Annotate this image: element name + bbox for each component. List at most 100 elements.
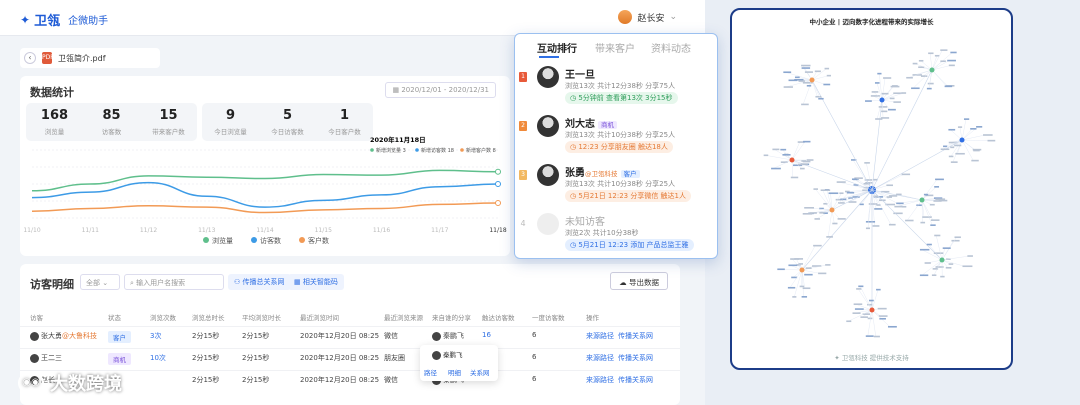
graph-node (940, 275, 945, 278)
tooltip-item: 新增浏览量 3 (376, 147, 406, 154)
graph-node (871, 91, 879, 93)
popover-detail-link[interactable]: 明细 (448, 367, 461, 377)
graph-edge (857, 288, 873, 311)
graph-node (806, 159, 814, 161)
user-menu[interactable]: 赵长安 ⌄ (618, 10, 677, 24)
reach-count[interactable]: 16 (482, 331, 491, 339)
graph-hub-node (929, 67, 935, 73)
export-button[interactable]: ☁ 导出数据 (610, 272, 668, 290)
table-row[interactable]: 张大勇@大鲁科技 客户 3次 2分15秒 2分15秒 2020年12月20日 08:25 微… (20, 326, 680, 346)
graph-edge (871, 99, 883, 191)
graph-node (940, 49, 948, 51)
data-point (495, 200, 501, 207)
pdf-icon: PDF (42, 52, 54, 64)
rank-medal-icon: 2 (519, 121, 527, 131)
file-name: 卫瓴简介.pdf (58, 53, 106, 63)
back-button[interactable]: ‹ (24, 52, 36, 64)
graph-hub-node (919, 197, 925, 203)
graph-node (948, 155, 954, 158)
activity-pill: ◷ 5分钟前 查看第13次 3分15秒 (565, 92, 678, 104)
active-tab-indicator (539, 56, 559, 58)
table-header: 访客 状态 浏览次数 浏览总时长 平均浏览时长 最近浏览时间 最近浏览来源 来自… (30, 314, 599, 322)
graph-node (853, 303, 863, 306)
x-tick-label: 11/11 (82, 227, 99, 234)
file-bar: ‹ PDF 卫瓴简介.pdf (20, 48, 160, 68)
graph-node (813, 244, 822, 247)
visitor-meta: 浏览2次 共计10分38秒 (565, 229, 639, 237)
tab-material-updates[interactable]: 资料动态 (651, 40, 691, 55)
view-count[interactable]: 3次 (150, 331, 161, 341)
graph-node (893, 101, 901, 103)
watermark-logo-icon: ◉◉ (18, 372, 44, 394)
graph-node (804, 207, 814, 209)
graph-edge (931, 69, 947, 87)
tab-bring-customers[interactable]: 带来客户 (595, 40, 635, 55)
graph-node (860, 316, 868, 318)
tab-interaction-rank[interactable]: 互动排行 (537, 40, 577, 55)
graph-node (783, 71, 792, 74)
graph-node (896, 193, 902, 196)
graph-node (883, 77, 892, 79)
graph-node (836, 181, 846, 183)
graph-node (846, 191, 854, 194)
source-path-link[interactable]: 来源路径 (586, 331, 614, 341)
popover-path-link[interactable]: 路径 (424, 367, 437, 377)
status-badge: 商机 (108, 353, 131, 365)
avatar (537, 213, 559, 235)
graph-node (801, 67, 811, 69)
graph-node (930, 224, 936, 226)
ranking-panel: 互动排行 带来客户 资料动态 1 王一旦 浏览13次 共计12分38秒 分享75人 ◷… (514, 33, 718, 259)
graph-hub-node (879, 97, 885, 103)
ranking-item[interactable]: 1 王一旦 浏览13次 共计12分38秒 分享75人 ◷ 5分钟前 查看第13次 3分… (515, 64, 719, 114)
graph-edge (961, 139, 974, 161)
graph-node (890, 85, 900, 88)
visitor-name: 张大勇@大鲁科技 (30, 331, 97, 341)
sharer[interactable]: 秦鹏飞 (432, 331, 464, 341)
graph-node (837, 218, 846, 220)
ranking-item[interactable]: 4 未知访客 浏览2次 共计10分38秒 ◷ 5月21日 12:23 添加 产品总监王… (515, 211, 719, 261)
graph-node (922, 216, 932, 218)
graph-node (814, 218, 820, 220)
ranking-item[interactable]: 3 张勇@卫瓴科技 客户 浏览13次 共计10分38秒 分享25人 ◷ 5月21日 12… (515, 162, 719, 212)
graph-node (858, 285, 864, 288)
graph-node (950, 51, 957, 54)
graph-node (954, 236, 961, 239)
x-tick-label: 11/10 (23, 227, 40, 234)
graph-node (840, 198, 847, 201)
graph-node (805, 267, 812, 269)
source-path-link[interactable]: 来源路径 (586, 353, 614, 363)
graph-node (802, 287, 811, 290)
logo: ✦ 卫瓴 企微助手 (20, 10, 108, 30)
search-input[interactable]: ⌕ 输入用户名搜索 (124, 274, 224, 290)
graph-node (814, 70, 821, 73)
graph-node (934, 234, 941, 237)
graph-node (948, 64, 955, 67)
graph-node (896, 202, 904, 205)
popover-network-link[interactable]: 关系网 (470, 367, 490, 377)
source-path-link[interactable]: 来源路径 (586, 375, 614, 385)
graph-node (865, 100, 872, 102)
graph-edge (794, 269, 803, 297)
visitor-meta: 浏览13次 共计12分38秒 分享75人 (565, 82, 676, 90)
relation-network-link[interactable]: 传播关系网 (618, 353, 653, 363)
graph-node (818, 272, 827, 275)
relation-network-link[interactable]: 传播关系网 (618, 375, 653, 385)
tooltip-swatch (415, 148, 419, 152)
graph-edge (871, 69, 933, 191)
table-row[interactable]: 王二三 商机 10次 2分15秒 2分15秒 2020年12月20日 08:25 朋友圈 秦鹏… (20, 348, 680, 368)
smart-code-button[interactable]: ▦ 相关智能码 (288, 274, 344, 290)
avg-duration: 2分15秒 (242, 376, 270, 384)
relation-network-button[interactable]: ⚇ 传播总关系网 (228, 274, 291, 290)
graph-node (790, 176, 799, 179)
graph-node (788, 264, 798, 267)
watermark-text: 大数跨境 (50, 374, 122, 395)
date-range-picker[interactable]: ▦ 2020/12/01 - 2020/12/31 (385, 82, 496, 98)
relation-network-link[interactable]: 传播关系网 (618, 331, 653, 341)
graph-node (927, 82, 934, 85)
filter-select[interactable]: 全部 ⌄ (80, 274, 120, 290)
ranking-item[interactable]: 2 刘大志 商机 浏览13次 共计10分38秒 分享25人 ◷ 12:23 分享朋友圈 … (515, 113, 719, 163)
graph-node (967, 255, 973, 257)
graph-node (797, 163, 803, 166)
graph-node (852, 312, 861, 314)
view-count[interactable]: 10次 (150, 353, 166, 363)
